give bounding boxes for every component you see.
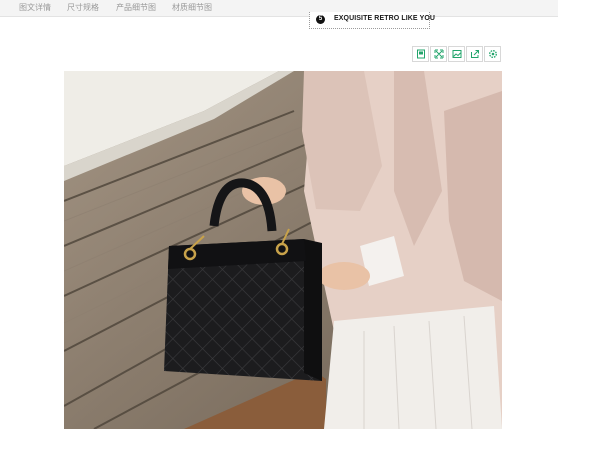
tab-graphic-details[interactable]: 图文详情 xyxy=(19,2,51,13)
woman-holding-quilted-handbag-image xyxy=(64,71,502,429)
section-number-badge: 5 xyxy=(316,15,325,24)
tab-bar: 图文详情 尺寸规格 产品细节图 材质细节图 xyxy=(0,0,558,17)
tab-product-details[interactable]: 产品细节图 xyxy=(116,2,156,13)
image-save-button[interactable] xyxy=(448,46,465,62)
save-page-icon xyxy=(416,49,425,59)
section-banner: 5 EXQUISITE RETRO LIKE YOU xyxy=(309,12,435,29)
tab-material-details[interactable]: 材质细节图 xyxy=(172,2,212,13)
share-icon xyxy=(470,50,479,58)
product-photo xyxy=(64,71,502,429)
tab-size-spec[interactable]: 尺寸规格 xyxy=(67,2,99,13)
section-title: EXQUISITE RETRO LIKE YOU xyxy=(334,15,436,22)
share-button[interactable] xyxy=(466,46,483,62)
expand-icon xyxy=(434,49,443,59)
save-page-button[interactable] xyxy=(412,46,429,62)
image-save-icon xyxy=(452,50,461,58)
image-toolbar xyxy=(412,46,502,63)
expand-button[interactable] xyxy=(430,46,447,62)
settings-icon xyxy=(488,50,497,58)
settings-button[interactable] xyxy=(484,46,501,62)
